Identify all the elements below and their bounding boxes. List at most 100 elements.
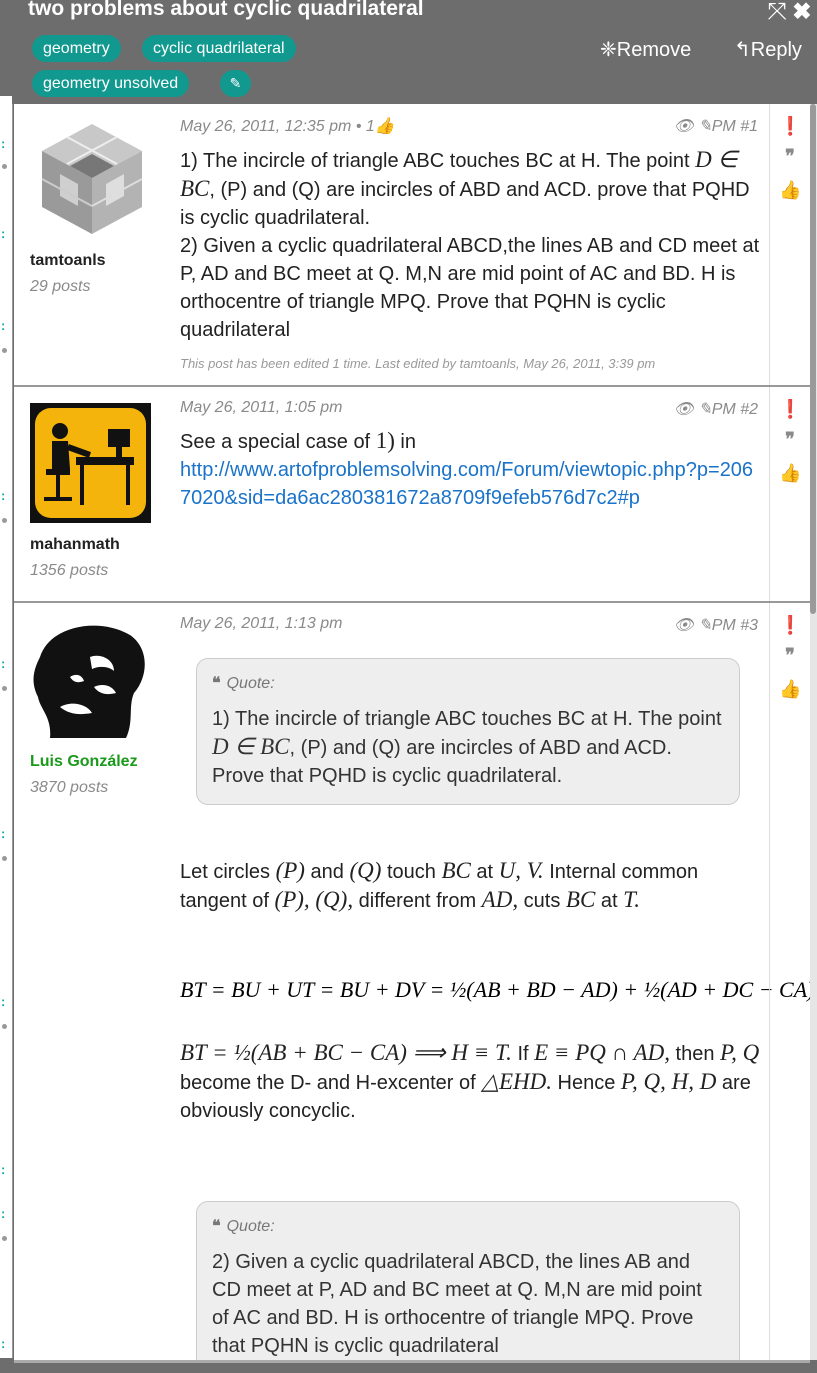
post-tools: 👁 ✎PM #2 — [674, 399, 758, 419]
quote-icon[interactable]: ❞ — [779, 645, 801, 666]
avatar-cube — [42, 124, 142, 234]
post-number[interactable]: #1 — [740, 118, 758, 135]
quote-label: Quote: — [226, 675, 275, 692]
strip-mark: : — [1, 1336, 6, 1351]
report-icon[interactable]: ❗ — [779, 615, 801, 636]
quote-text: 1) The incircle of triangle ABC touches … — [212, 705, 724, 790]
edit-tags-button[interactable]: ✎ — [220, 70, 251, 97]
username[interactable]: tamtoanls — [30, 252, 106, 270]
problem-1: 1) The incircle of triangle ABC touches … — [180, 146, 760, 232]
pm-link[interactable]: ✎PM — [698, 118, 735, 135]
math: (Q) — [349, 858, 382, 883]
post-count: 3870 posts — [30, 779, 109, 796]
like-icon[interactable]: 👍 — [779, 679, 801, 700]
avatar-portrait — [30, 617, 151, 738]
like-icon[interactable]: 👍 — [779, 180, 801, 201]
remove-icon: ❈ — [600, 39, 617, 61]
tag-geometry[interactable]: geometry — [32, 35, 121, 62]
strip-mark: : — [1, 1162, 6, 1177]
post-date: May 26, 2011, 1:13 pm — [180, 615, 343, 632]
text: touch — [386, 861, 436, 883]
window-controls: ⤧✖ — [768, 0, 817, 26]
post-count: 1356 posts — [30, 562, 109, 579]
strip-mark: : — [1, 318, 6, 333]
remove-label: Remove — [616, 39, 692, 61]
post-actions: ❗ ❞ 👍 — [769, 104, 810, 385]
post-number[interactable]: #2 — [740, 401, 758, 418]
post-number[interactable]: #3 — [740, 617, 758, 634]
forum-link[interactable]: http://www.artofproblemsolving.com/Forum… — [180, 456, 760, 512]
quote-text: 2) Given a cyclic quadrilateral ABCD, th… — [212, 1251, 702, 1357]
post-actions: ❗ ❞ 👍 — [769, 603, 810, 1360]
text: in — [400, 431, 416, 453]
strip-mark: : — [1, 226, 6, 241]
math: D ∈ BC — [212, 734, 290, 759]
math: △EHD. — [481, 1069, 552, 1094]
post-date: May 26, 2011, 12:35 pm • 1👍 — [180, 116, 395, 136]
like-icon[interactable]: 👍 — [779, 463, 801, 484]
thread-title: two problems about cyclic quadrilateral — [28, 0, 424, 20]
report-icon[interactable]: ❗ — [779, 116, 801, 137]
post-actions: ❗ ❞ 👍 — [769, 387, 810, 601]
report-icon[interactable]: ❗ — [779, 399, 801, 420]
text: See a special case of — [180, 431, 371, 453]
remove-button[interactable]: ❈Remove — [600, 37, 691, 62]
expand-icon[interactable]: ⤧ — [768, 0, 793, 25]
pm-link[interactable]: ✎PM — [698, 617, 735, 634]
reply-button[interactable]: ↰Reply — [734, 37, 802, 62]
strip-mark: : — [1, 1206, 6, 1221]
strip-dot — [2, 518, 7, 523]
scrollbar-thumb[interactable] — [810, 104, 816, 614]
post-tools: 👁 ✎PM #1 — [674, 116, 758, 136]
pm-link[interactable]: ✎PM — [698, 401, 735, 418]
math: BT = ½(AB + BC − CA) ⟹ H ≡ T. — [180, 1040, 512, 1065]
post-body: 1) The incircle of triangle ABC touches … — [180, 146, 760, 344]
eye-icon[interactable]: 👁 — [674, 401, 694, 418]
post-tools: 👁 ✎PM #3 — [674, 615, 758, 635]
math: (P) — [275, 858, 305, 883]
text: 1) The incircle of triangle ABC touches … — [180, 150, 690, 172]
solution-text: Let circles (P) and (Q) touch BC at U, V… — [180, 857, 760, 915]
eye-icon[interactable]: 👁 — [674, 118, 694, 135]
strip-dot — [2, 686, 7, 691]
quote-label: Quote: — [226, 1218, 275, 1235]
quote-header: ❝ Quote: — [212, 673, 724, 693]
reply-icon: ↰ — [734, 39, 751, 61]
reply-label: Reply — [750, 39, 802, 61]
quote-icon[interactable]: ❞ — [779, 429, 801, 450]
tag-cyclic-quadrilateral[interactable]: cyclic quadrilateral — [142, 35, 296, 62]
text: Let circles — [180, 861, 271, 883]
math: BC — [441, 858, 471, 883]
username[interactable]: Luis González — [30, 753, 138, 771]
strip-mark: : — [1, 488, 6, 503]
text: and — [310, 861, 344, 883]
quote-mark-icon: ❝ — [212, 1218, 221, 1235]
quote-block-2: ❝ Quote: 2) Given a cyclic quadrilateral … — [196, 1201, 740, 1360]
strip-dot — [2, 856, 7, 861]
post-count: 29 posts — [30, 278, 91, 295]
edit-notice: This post has been edited 1 time. Last e… — [180, 356, 656, 371]
post-date: May 26, 2011, 1:05 pm — [180, 399, 343, 416]
strip-dot — [2, 348, 7, 353]
text: Hence — [557, 1072, 616, 1094]
quote-mark-icon: ❝ — [212, 675, 221, 692]
strip-mark: : — [1, 136, 6, 151]
strip-mark: : — [1, 656, 6, 671]
like-count: • 1 — [355, 118, 375, 135]
strip-dot — [2, 1236, 7, 1241]
math: (P), (Q), — [274, 887, 354, 912]
background-forum-strip: : : : : : : : : : : — [0, 96, 13, 1358]
strip-dot — [2, 1024, 7, 1029]
scrollbar[interactable] — [809, 104, 817, 1360]
text: cuts — [523, 890, 561, 912]
math: U, V. — [498, 858, 544, 883]
quote-icon[interactable]: ❞ — [779, 146, 801, 167]
post-1: tamtoanls 29 posts May 26, 2011, 12:35 p… — [14, 104, 810, 387]
math: AD, — [481, 887, 519, 912]
close-icon[interactable]: ✖ — [793, 0, 817, 25]
quote-header: ❝ Quote: — [212, 1216, 724, 1236]
tag-geometry-unsolved[interactable]: geometry unsolved — [32, 70, 190, 97]
eye-icon[interactable]: 👁 — [674, 617, 694, 634]
equation-1: BT = BU + UT = BU + DV = ½(AB + BD − AD)… — [180, 977, 810, 1002]
username[interactable]: mahanmath — [30, 536, 120, 554]
